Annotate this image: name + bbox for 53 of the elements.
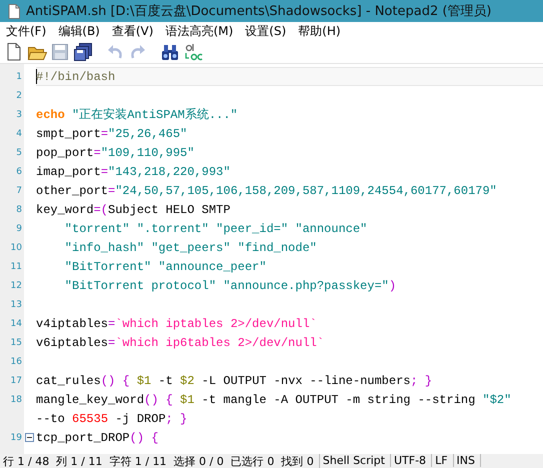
code-line: tcp_port_DROP() { — [36, 430, 158, 444]
code-line: "torrent" ".torrent" "peer_id=" "announce" — [64, 222, 368, 236]
code-line: echo "正在安装AntiSPAM系统..." — [36, 107, 238, 123]
code-line: "BitTorrent" "announce_peer" — [64, 260, 266, 274]
line-number: 16 — [10, 356, 22, 366]
line-number: 10 — [10, 242, 22, 252]
line-number: 15 — [10, 338, 22, 348]
status-text: Shell Script — [320, 454, 391, 467]
document-icon — [8, 4, 20, 18]
line-number: 8 — [16, 204, 22, 214]
status-text: UTF-8 — [390, 454, 432, 467]
code-line: --to 65535 -j DROP; } — [36, 412, 188, 426]
menu-item[interactable]: 语法高亮(M) — [161, 23, 242, 40]
line-number: 4 — [16, 128, 22, 138]
line-number: 1 — [16, 72, 22, 82]
line-number: 6 — [16, 166, 22, 176]
code-line: smpt_port="25,26,465" — [36, 126, 188, 140]
menu-item[interactable]: 编辑(B) — [54, 23, 108, 40]
line-number: 12 — [10, 280, 22, 290]
code-line: v6iptables=`which ip6tables 2>/dev/null` — [36, 336, 324, 350]
line-number: 19 — [10, 432, 22, 442]
code-line: key_word=(Subject HELO SMTP — [36, 202, 230, 216]
code-line: mangle_key_word() { $1 -t mangle -A OUTPUT -m string --string "$2" — [36, 392, 512, 406]
code-line: v4iptables=`which iptables 2>/dev/null` — [36, 316, 317, 330]
line-number: 3 — [16, 110, 22, 120]
replace-icon[interactable] — [183, 42, 203, 62]
code-line: other_port="24,50,57,105,106,158,209,587,1109,24554,60177,60179" — [36, 184, 497, 198]
disks-icon[interactable] — [73, 42, 93, 62]
line-number: 11 — [10, 262, 22, 272]
line-number: 5 — [16, 148, 22, 158]
line-number: 2 — [16, 90, 22, 100]
menu-item[interactable]: 查看(V) — [108, 23, 162, 40]
line-number: 18 — [10, 394, 22, 404]
code-line: "BitTorrent protocol" "announce.php?passkey=") — [64, 278, 396, 292]
code-line: pop_port="109,110,995" — [36, 146, 194, 160]
menu-item[interactable]: 帮助(H) — [294, 23, 349, 40]
line-number: 9 — [16, 224, 22, 234]
code-editor[interactable] — [0, 64, 543, 454]
line-number: 13 — [10, 300, 22, 310]
window-title: AntiSPAM.sh [D:\百度云盘\Documents\Shadowsocks] - Notepad2 (管理员) — [26, 3, 492, 20]
menu-item[interactable]: 设置(S) — [241, 23, 294, 40]
code-line: cat_rules() { $1 -t $2 -L OUTPUT -nvx --line-numbers; } — [36, 374, 432, 388]
line-number: 17 — [10, 376, 22, 386]
menu-item[interactable]: 文件(F) — [2, 23, 54, 40]
line-number: 7 — [16, 186, 22, 196]
status-text: INS — [454, 454, 481, 467]
status-text: 行 1 / 48 列 1 / 11 字符 1 / 11 选择 0 / 0 已选行 0 找到 0 — [0, 454, 320, 468]
binoculars-icon[interactable] — [160, 42, 180, 62]
status-text: LF — [432, 454, 454, 467]
collapse-icon[interactable] — [24, 433, 34, 442]
line-number: 14 — [10, 318, 22, 328]
code-line: "info_hash" "get_peers" "find_node" — [64, 240, 317, 254]
code-line: imap_port="143,218,220,993" — [36, 164, 230, 178]
